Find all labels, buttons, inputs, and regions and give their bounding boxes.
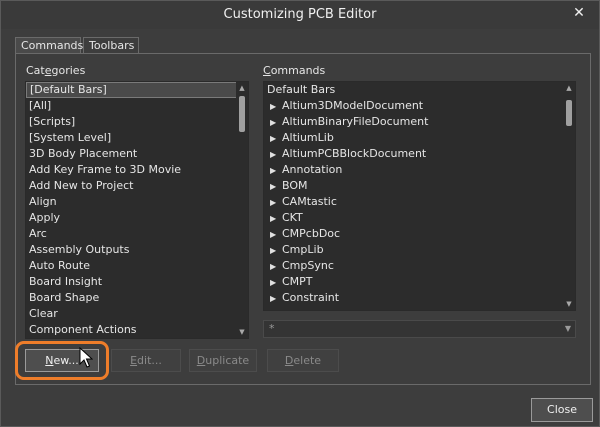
mouse-cursor-icon bbox=[79, 347, 93, 368]
command-tree-item[interactable]: ▶ CKT bbox=[264, 210, 575, 226]
command-tree-item-label: AltiumBinaryFileDocument bbox=[282, 115, 429, 128]
category-item[interactable]: Add New to Project bbox=[26, 178, 238, 194]
category-item[interactable]: Apply bbox=[26, 210, 238, 226]
expand-arrow-icon[interactable]: ▶ bbox=[270, 259, 282, 275]
categories-rows: [Default Bars] [All] [Scripts] [System Leve… bbox=[26, 82, 248, 338]
command-tree-item-label: CMPcbDoc bbox=[282, 227, 341, 240]
commands-tree-header: Default Bars bbox=[267, 83, 336, 96]
tab-toolbars[interactable]: Toolbars bbox=[83, 37, 139, 54]
command-tree-item-label: CmpSync bbox=[282, 259, 334, 272]
expand-arrow-icon[interactable]: ▶ bbox=[270, 291, 282, 307]
expand-arrow-icon[interactable]: ▶ bbox=[270, 179, 282, 195]
command-tree-item[interactable]: ▶ BOM bbox=[264, 178, 575, 194]
command-tree-item[interactable]: ▶ CmpLib bbox=[264, 242, 575, 258]
category-item[interactable]: Board Shape bbox=[26, 290, 238, 306]
command-tree-item[interactable]: ▶ CmpSync bbox=[264, 258, 575, 274]
close-icon[interactable]: ✕ bbox=[571, 5, 587, 21]
category-item[interactable]: [Default Bars] bbox=[26, 82, 238, 98]
command-tree-item-label: Annotation bbox=[282, 163, 343, 176]
command-tree-item[interactable]: ▶ CAMtastic bbox=[264, 194, 575, 210]
command-tree-item-label: CMPT bbox=[282, 275, 313, 288]
scroll-up-icon[interactable]: ▲ bbox=[236, 82, 248, 94]
tab-commands-label: Commands bbox=[21, 39, 84, 52]
command-tree-item-label: CKT bbox=[282, 211, 303, 224]
tab-commands[interactable]: Commands bbox=[15, 37, 84, 54]
scroll-down-icon[interactable]: ▼ bbox=[236, 326, 248, 338]
categories-scroll-thumb[interactable] bbox=[239, 96, 245, 132]
category-item[interactable]: Assembly Outputs bbox=[26, 242, 238, 258]
command-filter-combo[interactable]: * ▼ bbox=[263, 320, 576, 338]
command-filter-value: * bbox=[269, 322, 275, 335]
chevron-down-icon[interactable]: ▼ bbox=[565, 324, 571, 333]
categories-label: Categories bbox=[26, 64, 86, 77]
expand-arrow-icon[interactable]: ▶ bbox=[270, 131, 282, 147]
expand-arrow-icon[interactable]: ▶ bbox=[270, 115, 282, 131]
commands-rows: ▶ Altium3DModelDocument ▶ AltiumBinaryFileD… bbox=[264, 98, 575, 306]
expand-arrow-icon[interactable]: ▶ bbox=[270, 243, 282, 259]
command-tree-item[interactable]: ▶ CMPT bbox=[264, 274, 575, 290]
delete-button[interactable]: Delete bbox=[267, 349, 339, 372]
command-tree-item[interactable]: ▶ CMPcbDoc bbox=[264, 226, 575, 242]
category-item[interactable]: Board Insight bbox=[26, 274, 238, 290]
command-tree-item[interactable]: ▶ AltiumBinaryFileDocument bbox=[264, 114, 575, 130]
command-tree-item-label: AltiumLib bbox=[282, 131, 334, 144]
command-tree-item-label: BOM bbox=[282, 179, 308, 192]
command-tree-item[interactable]: ▶ Annotation bbox=[264, 162, 575, 178]
category-item[interactable]: Auto Route bbox=[26, 258, 238, 274]
commands-scrollbar[interactable]: ▲ ▼ bbox=[563, 82, 575, 310]
command-tree-item[interactable]: ▶ Constraint bbox=[264, 290, 575, 306]
close-button[interactable]: Close bbox=[531, 398, 593, 422]
category-item[interactable]: Add Key Frame to 3D Movie bbox=[26, 162, 238, 178]
commands-tree[interactable]: Default Bars ▶ Altium3DModelDocument ▶ Alti… bbox=[263, 81, 576, 311]
expand-arrow-icon[interactable]: ▶ bbox=[270, 195, 282, 211]
category-item[interactable]: Component Actions bbox=[26, 322, 238, 338]
command-tree-item-label: AltiumPCBBlockDocument bbox=[282, 147, 427, 160]
category-item[interactable]: [System Level] bbox=[26, 130, 238, 146]
command-tree-item-label: CAMtastic bbox=[282, 195, 337, 208]
command-tree-item-label: Constraint bbox=[282, 291, 340, 304]
commands-scroll-thumb[interactable] bbox=[566, 100, 572, 126]
category-item[interactable]: [Scripts] bbox=[26, 114, 238, 130]
commands-label: Commands bbox=[263, 64, 326, 77]
categories-list[interactable]: [Default Bars] [All] [Scripts] [System Leve… bbox=[25, 81, 249, 339]
category-item[interactable]: Arc bbox=[26, 226, 238, 242]
expand-arrow-icon[interactable]: ▶ bbox=[270, 227, 282, 243]
tab-toolbars-label: Toolbars bbox=[89, 39, 135, 52]
expand-arrow-icon[interactable]: ▶ bbox=[270, 99, 282, 115]
command-tree-item[interactable]: ▶ AltiumPCBBlockDocument bbox=[264, 146, 575, 162]
expand-arrow-icon[interactable]: ▶ bbox=[270, 147, 282, 163]
category-item[interactable]: Clear bbox=[26, 306, 238, 322]
category-item[interactable]: 3D Body Placement bbox=[26, 146, 238, 162]
expand-arrow-icon[interactable]: ▶ bbox=[270, 211, 282, 227]
category-item[interactable]: [All] bbox=[26, 98, 238, 114]
expand-arrow-icon[interactable]: ▶ bbox=[270, 275, 282, 291]
edit-button[interactable]: Edit... bbox=[111, 349, 181, 372]
expand-arrow-icon[interactable]: ▶ bbox=[270, 163, 282, 179]
command-tree-item-label: Altium3DModelDocument bbox=[282, 99, 424, 112]
duplicate-button[interactable]: Duplicate bbox=[189, 349, 257, 372]
scroll-down-icon[interactable]: ▼ bbox=[563, 298, 575, 310]
customize-dialog: Customizing PCB Editor ✕ Commands Toolba… bbox=[0, 0, 600, 427]
command-tree-item[interactable]: ▶ AltiumLib bbox=[264, 130, 575, 146]
command-tree-item-label: CmpLib bbox=[282, 243, 324, 256]
title-bar: Customizing PCB Editor ✕ bbox=[1, 1, 599, 29]
category-item[interactable]: Align bbox=[26, 194, 238, 210]
categories-scrollbar[interactable]: ▲ ▼ bbox=[236, 82, 248, 338]
scroll-up-icon[interactable]: ▲ bbox=[563, 82, 575, 94]
command-tree-item[interactable]: ▶ Altium3DModelDocument bbox=[264, 98, 575, 114]
dialog-title: Customizing PCB Editor bbox=[223, 7, 377, 22]
